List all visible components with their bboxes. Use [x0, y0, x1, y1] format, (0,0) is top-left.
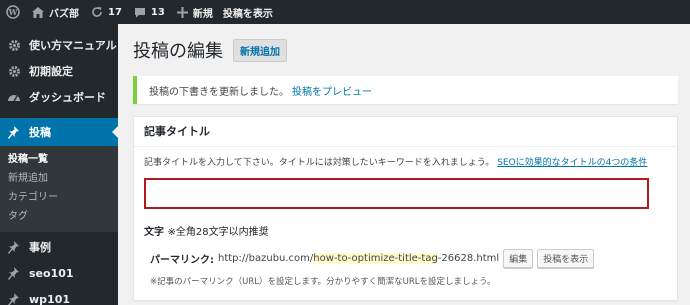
submenu-tags[interactable]: タグ [0, 207, 118, 226]
comments-link[interactable]: 13 [128, 0, 171, 24]
edit-permalink-button[interactable]: 編集 [503, 249, 534, 268]
sidebar-item-wp101[interactable]: wp101 [0, 286, 118, 305]
admin-sidebar: 使い方マニュアル 初期設定 ダッシュボード 投稿 投稿一覧 新規追加 カテゴリー… [0, 24, 118, 305]
pin-icon [6, 266, 22, 280]
description-text: 記事タイトルを入力して下さい。タイトルには対策したいキーワードを入れましょう。 [144, 158, 495, 168]
sidebar-item-seo101[interactable]: seo101 [0, 260, 118, 286]
sidebar-item-initial-settings[interactable]: 初期設定 [0, 58, 118, 84]
submenu-add-new[interactable]: 新規追加 [0, 169, 118, 188]
main-content: 投稿の編集 新規追加 投稿の下書きを更新しました。 投稿をプレビュー 記事タイト… [118, 24, 690, 305]
postbox-title: 記事タイトル [134, 117, 677, 147]
comments-count: 13 [150, 6, 165, 18]
sidebar-item-dashboard[interactable]: ダッシュボード [0, 84, 118, 110]
site-name: バズ部 [49, 8, 79, 20]
sidebar-item-label: wp101 [29, 292, 70, 305]
sidebar-item-label: 初期設定 [29, 65, 73, 78]
char-count: 文字 ※全角28文字以内推奨 [144, 223, 667, 238]
new-content-link[interactable]: 新規 投稿を表示 [171, 0, 279, 24]
seo-title-conditions-link[interactable]: SEOに効果的なタイトルの4つの条件 [497, 158, 647, 168]
permalink-slug[interactable]: how-to-optimize-title-tag [313, 253, 438, 264]
refresh-icon [91, 6, 103, 18]
sidebar-item-label: seo101 [29, 266, 74, 280]
page-title: 投稿の編集 [133, 41, 223, 62]
comment-icon [134, 7, 146, 18]
sidebar-item-posts[interactable]: 投稿 [0, 118, 118, 146]
sidebar-item-label: 投稿 [29, 126, 51, 139]
permalink-note: ※記事のパーマリンク（URL）を設定します。分かりやすく簡潔なURLを設定しまし… [150, 277, 496, 287]
view-post-button[interactable]: 投稿を表示 [537, 249, 595, 268]
title-postbox: 記事タイトル 記事タイトルを入力して下さい。タイトルには対策したいキーワードを入… [133, 116, 678, 301]
permalink-row: パーマリンク: http://bazubu.com/how-to-optimiz… [150, 249, 667, 268]
updates-count: 17 [108, 6, 122, 18]
svg-text:W: W [8, 7, 19, 17]
sidebar-item-label: 使い方マニュアル [29, 39, 117, 52]
submenu-categories[interactable]: カテゴリー [0, 188, 118, 207]
pin-icon [6, 240, 22, 254]
pin-icon [6, 125, 22, 139]
gear-icon [6, 65, 22, 78]
dashboard-icon [6, 91, 22, 103]
admin-bar: W バズ部 17 13 新規 投稿を表示 [0, 0, 690, 24]
char-recommendation: ※全角28文字以内推奨 [167, 227, 269, 238]
sidebar-item-manual[interactable]: 使い方マニュアル [0, 32, 118, 58]
char-label: 文字 [144, 227, 164, 238]
preview-post-link[interactable]: 投稿をプレビュー [292, 83, 372, 98]
new-label: 新規 [192, 8, 213, 20]
view-post-link[interactable]: 投稿を表示 [223, 5, 273, 20]
permalink-base: http://bazubu.com/ [218, 253, 314, 264]
title-description: 記事タイトルを入力して下さい。タイトルには対策したいキーワードを入れましょう。 S… [144, 155, 667, 168]
plus-icon [176, 6, 188, 18]
sidebar-item-label: 事例 [29, 241, 51, 254]
posts-submenu: 投稿一覧 新規追加 カテゴリー タグ [0, 146, 118, 232]
submenu-all-posts[interactable]: 投稿一覧 [0, 150, 118, 169]
wordpress-logo-button[interactable]: W [0, 0, 26, 24]
title-input[interactable] [144, 178, 649, 209]
notice-text: 投稿の下書きを更新しました。 [149, 86, 289, 98]
site-name-link[interactable]: バズ部 [26, 0, 85, 24]
permalink-label: パーマリンク: [150, 255, 214, 266]
permalink-suffix: -26628.html [437, 253, 500, 264]
sidebar-item-cases[interactable]: 事例 [0, 234, 118, 260]
pin-icon [6, 292, 22, 305]
sidebar-item-label: ダッシュボード [29, 91, 106, 104]
gear-icon [6, 39, 22, 52]
add-new-button[interactable]: 新規追加 [233, 38, 287, 62]
home-icon [32, 6, 44, 18]
wordpress-icon: W [6, 5, 20, 19]
page-heading: 投稿の編集 新規追加 [133, 24, 690, 76]
update-notice: 投稿の下書きを更新しました。 投稿をプレビュー [133, 76, 678, 104]
updates-link[interactable]: 17 [85, 0, 128, 24]
